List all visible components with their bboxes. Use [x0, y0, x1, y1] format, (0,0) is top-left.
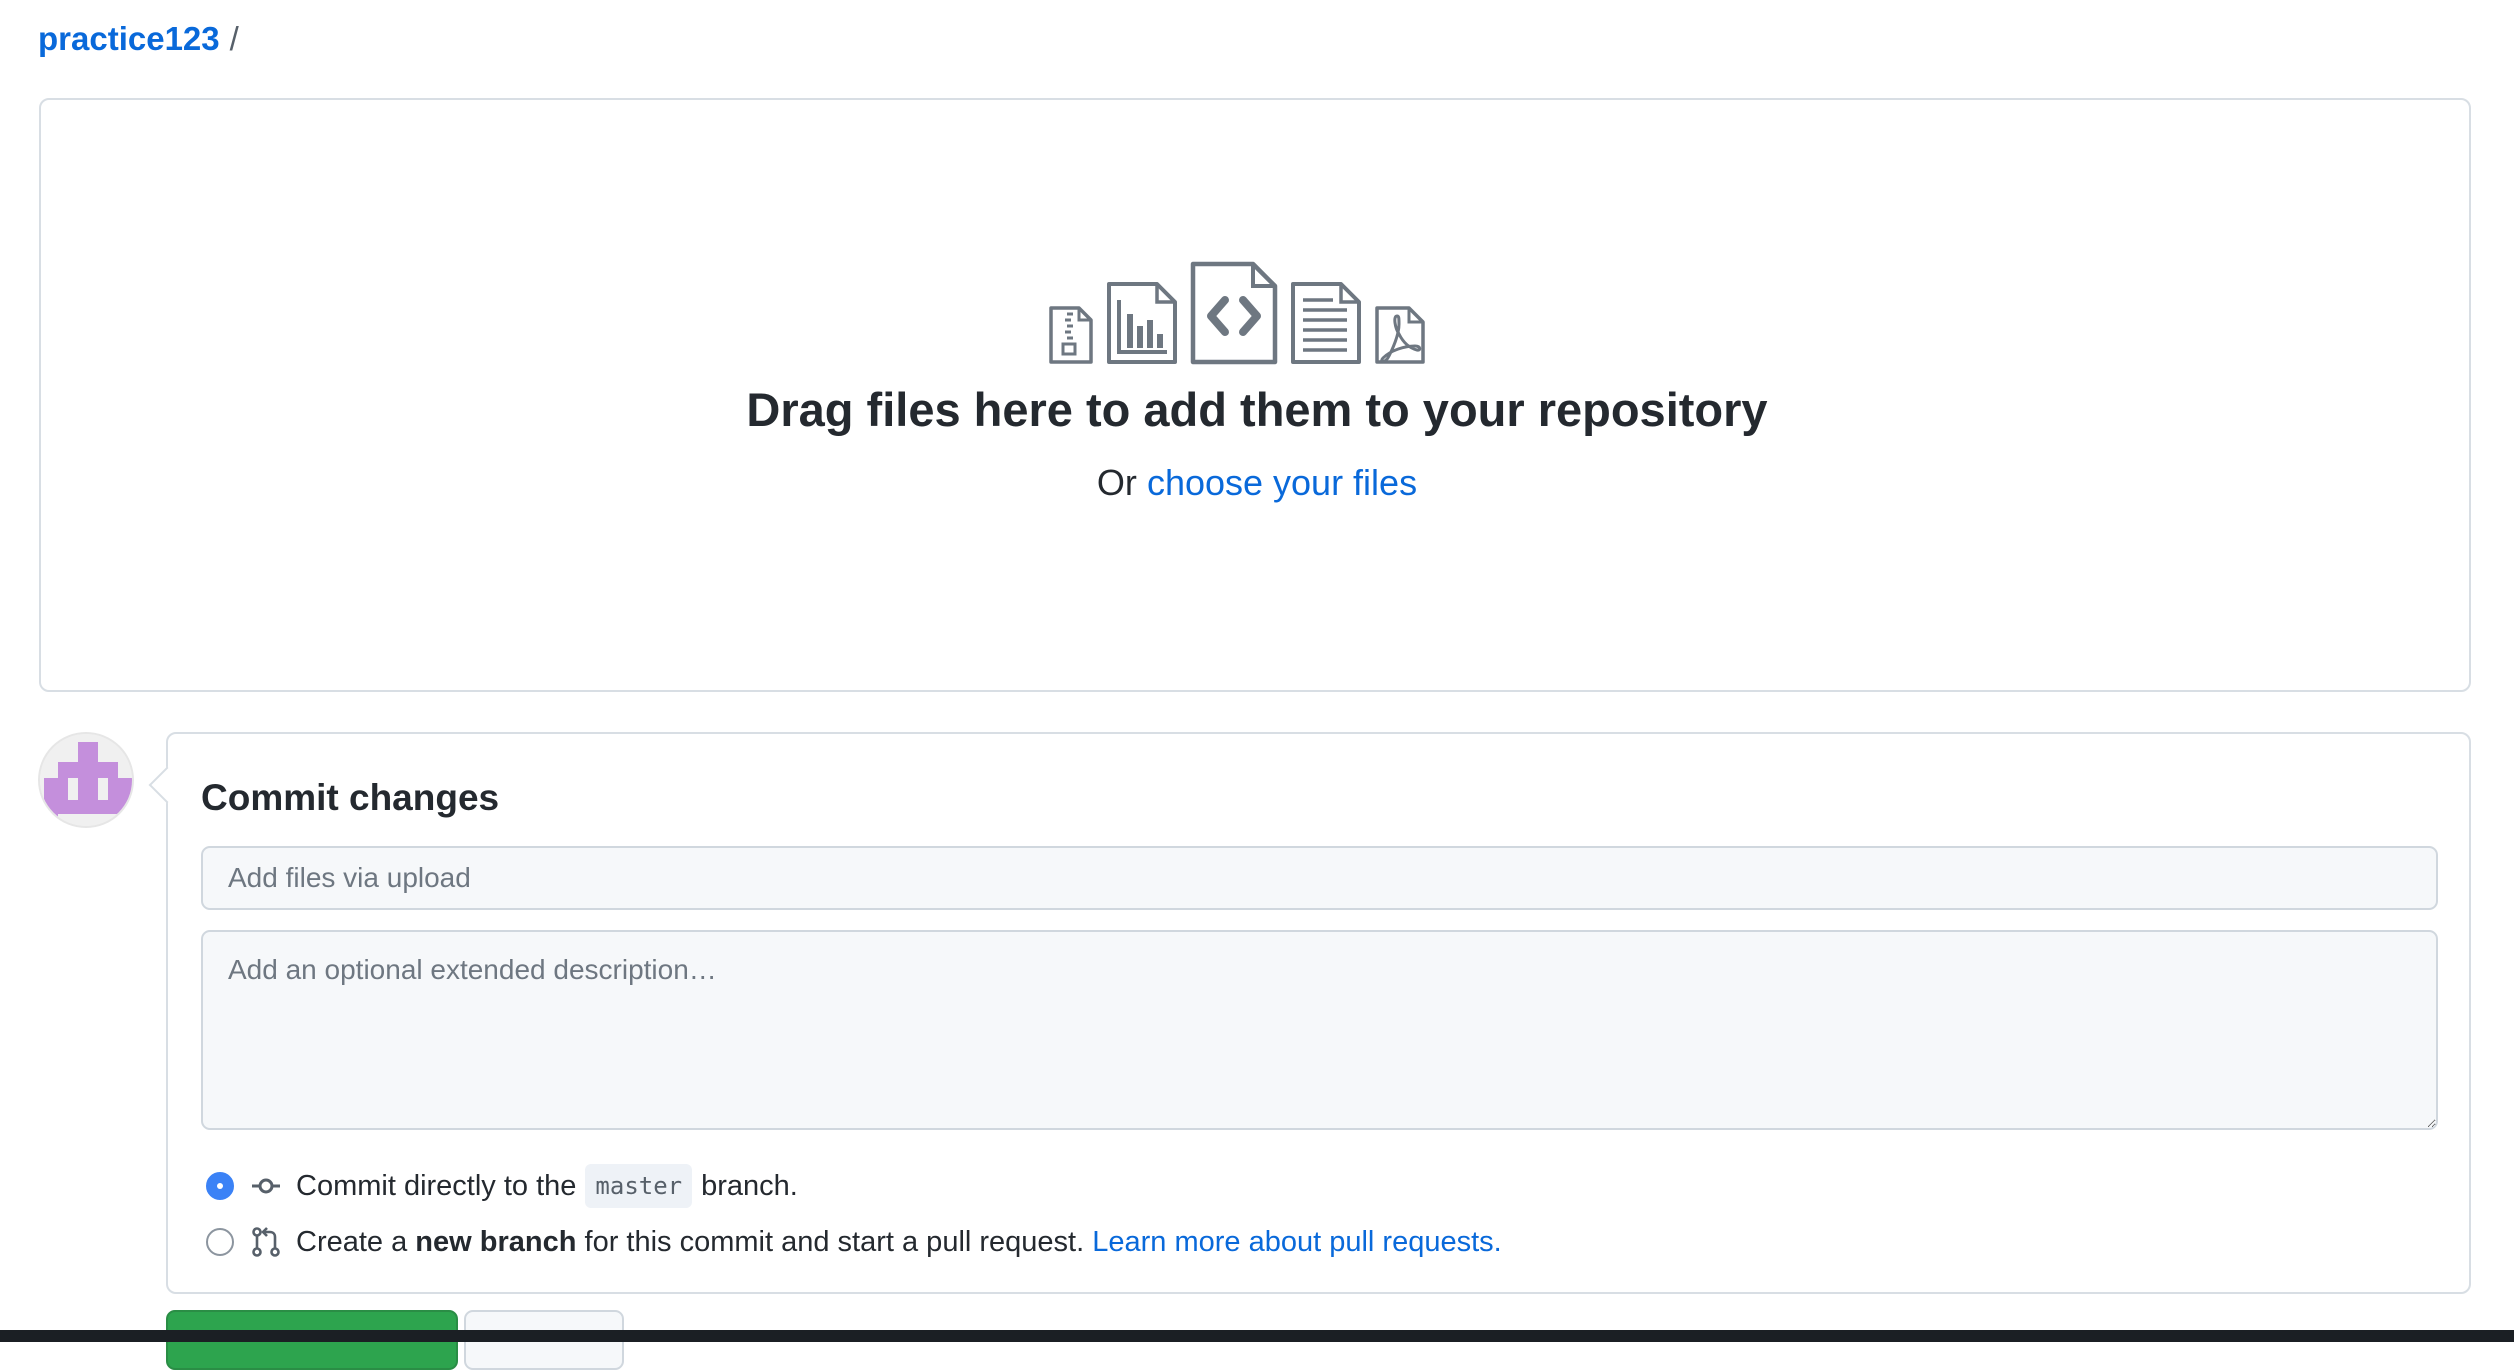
branch-name: master [585, 1164, 693, 1208]
commit-changes-panel: Commit changes Commit directly to the ma… [166, 732, 2471, 1294]
learn-more-pull-requests-link[interactable]: Learn more about pull requests. [1092, 1222, 1501, 1262]
dropzone-or: Or [1096, 462, 1137, 503]
file-code-icon [1190, 261, 1278, 365]
option-commit-direct[interactable]: Commit directly to the master branch. [206, 1164, 798, 1208]
breadcrumb-separator: / [229, 20, 239, 57]
commit-summary-input[interactable] [201, 846, 2438, 910]
choose-files-link[interactable]: choose your files [1147, 462, 1417, 503]
option-direct-text: Commit directly to the [296, 1170, 577, 1202]
radio-commit-direct[interactable] [206, 1172, 234, 1200]
option-new-branch[interactable]: Create a new branch for this commit and … [206, 1222, 1502, 1262]
git-commit-icon [252, 1178, 280, 1194]
file-chart-icon [1107, 282, 1177, 364]
file-pdf-icon [1375, 306, 1425, 364]
repo-link[interactable]: practice123 [38, 18, 220, 60]
avatar [38, 732, 134, 828]
bottom-bar [0, 1330, 2514, 1342]
option-direct-suffix: branch. [701, 1170, 798, 1202]
dropzone-subtitle: Or choose your files [0, 460, 2514, 506]
breadcrumb: practice123 / [38, 18, 239, 60]
file-type-icons [1045, 258, 1465, 366]
commit-description-input[interactable] [201, 930, 2438, 1130]
file-zip-icon [1049, 306, 1093, 364]
option-branch-suffix: for this commit and start a pull request… [584, 1226, 1085, 1258]
file-text-icon [1291, 282, 1361, 364]
commit-title: Commit changes [201, 777, 500, 818]
option-branch-bold: new branch [415, 1226, 577, 1258]
radio-new-branch[interactable] [206, 1228, 234, 1256]
dropzone-title: Drag files here to add them to your repo… [746, 383, 1768, 436]
identicon [40, 734, 132, 826]
git-pull-request-icon [252, 1227, 280, 1257]
option-branch-text: Create a [296, 1226, 408, 1258]
